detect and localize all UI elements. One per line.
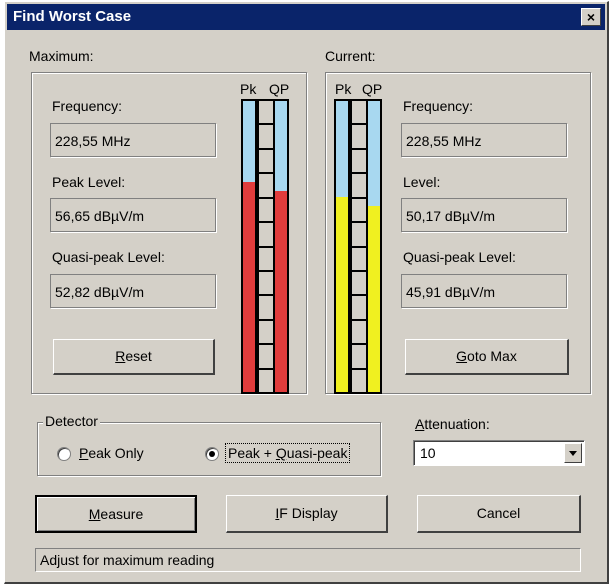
cur-level-label: Level: xyxy=(403,174,441,190)
status-bar: Adjust for maximum reading xyxy=(35,548,581,572)
current-group-label: Current: xyxy=(325,48,376,64)
maximum-group-label: Maximum: xyxy=(29,48,94,64)
cur-level-value: 50,17 dBµV/m xyxy=(401,198,567,232)
measure-mnemonic: M xyxy=(88,506,101,522)
cur-pk-meter xyxy=(334,99,350,394)
close-icon: × xyxy=(586,9,596,25)
peak-only-radio[interactable] xyxy=(57,447,71,461)
reset-button[interactable]: Reset xyxy=(53,339,215,375)
peak-quasi-mnemonic: Q xyxy=(275,445,287,461)
radio-selected-dot xyxy=(209,451,215,457)
peak-quasi-peak-radio[interactable] xyxy=(205,447,219,461)
if-display-button[interactable]: IF Display xyxy=(226,495,388,533)
window-title: Find Worst Case xyxy=(13,8,132,25)
max-pk-meter xyxy=(241,99,257,394)
if-display-label: F Display xyxy=(279,505,338,521)
cur-qp-label: Quasi-peak Level: xyxy=(403,249,516,265)
peak-quasi-prefix: Peak + xyxy=(228,445,276,461)
reset-label: eset xyxy=(125,348,152,364)
cur-qp-header: QP xyxy=(362,81,383,97)
attenuation-text: ttenuation: xyxy=(424,416,490,432)
title-bar[interactable]: Find Worst Case × xyxy=(7,4,605,30)
find-worst-case-dialog: Find Worst Case × Maximum: Frequency: 22… xyxy=(4,1,609,584)
max-pk-header: Pk xyxy=(240,81,257,97)
cancel-button[interactable]: Cancel xyxy=(417,495,581,533)
peak-only-text: eak Only xyxy=(88,445,144,461)
max-peak-label: Peak Level: xyxy=(52,174,126,190)
measure-button[interactable]: Measure xyxy=(35,495,197,533)
reset-mnemonic: R xyxy=(115,348,126,364)
max-qp-label: Quasi-peak Level: xyxy=(52,249,165,265)
cur-pk-meter-fill xyxy=(336,197,348,392)
max-frequency-label: Frequency: xyxy=(52,98,123,114)
chevron-down-icon[interactable] xyxy=(564,443,582,463)
max-qp-value: 52,82 dBµV/m xyxy=(50,274,216,308)
max-peak-value: 56,65 dBµV/m xyxy=(50,198,216,232)
peak-only-label[interactable]: Peak Only xyxy=(79,445,144,461)
detector-group-label: Detector xyxy=(43,413,100,429)
cur-qp-meter xyxy=(366,99,382,394)
max-qp-meter xyxy=(273,99,289,394)
cur-frequency-value: 228,55 MHz xyxy=(401,123,567,157)
attenuation-label: Attenuation: xyxy=(415,416,490,432)
attenuation-select[interactable]: 10 xyxy=(413,440,585,466)
attenuation-mnemonic: A xyxy=(415,416,425,432)
cur-pk-header: Pk xyxy=(335,81,352,97)
goto-label: oto Max xyxy=(467,348,517,364)
close-button[interactable]: × xyxy=(581,8,601,26)
cur-frequency-label: Frequency: xyxy=(403,98,474,114)
measure-label: easure xyxy=(100,506,144,522)
max-pk-meter-fill xyxy=(243,182,255,392)
goto-max-button[interactable]: Goto Max xyxy=(405,339,569,375)
peak-quasi-text: uasi-peak xyxy=(286,445,348,461)
attenuation-value: 10 xyxy=(420,445,436,461)
max-frequency-value: 228,55 MHz xyxy=(50,123,216,157)
cur-qp-value: 45,91 dBµV/m xyxy=(401,274,567,308)
peak-only-mnemonic: P xyxy=(79,445,89,461)
max-qp-header: QP xyxy=(269,81,290,97)
peak-quasi-peak-label[interactable]: Peak + Quasi-peak xyxy=(225,443,351,463)
max-qp-meter-fill xyxy=(275,191,287,392)
cur-qp-meter-fill xyxy=(368,205,380,392)
goto-mnemonic: G xyxy=(456,348,468,364)
